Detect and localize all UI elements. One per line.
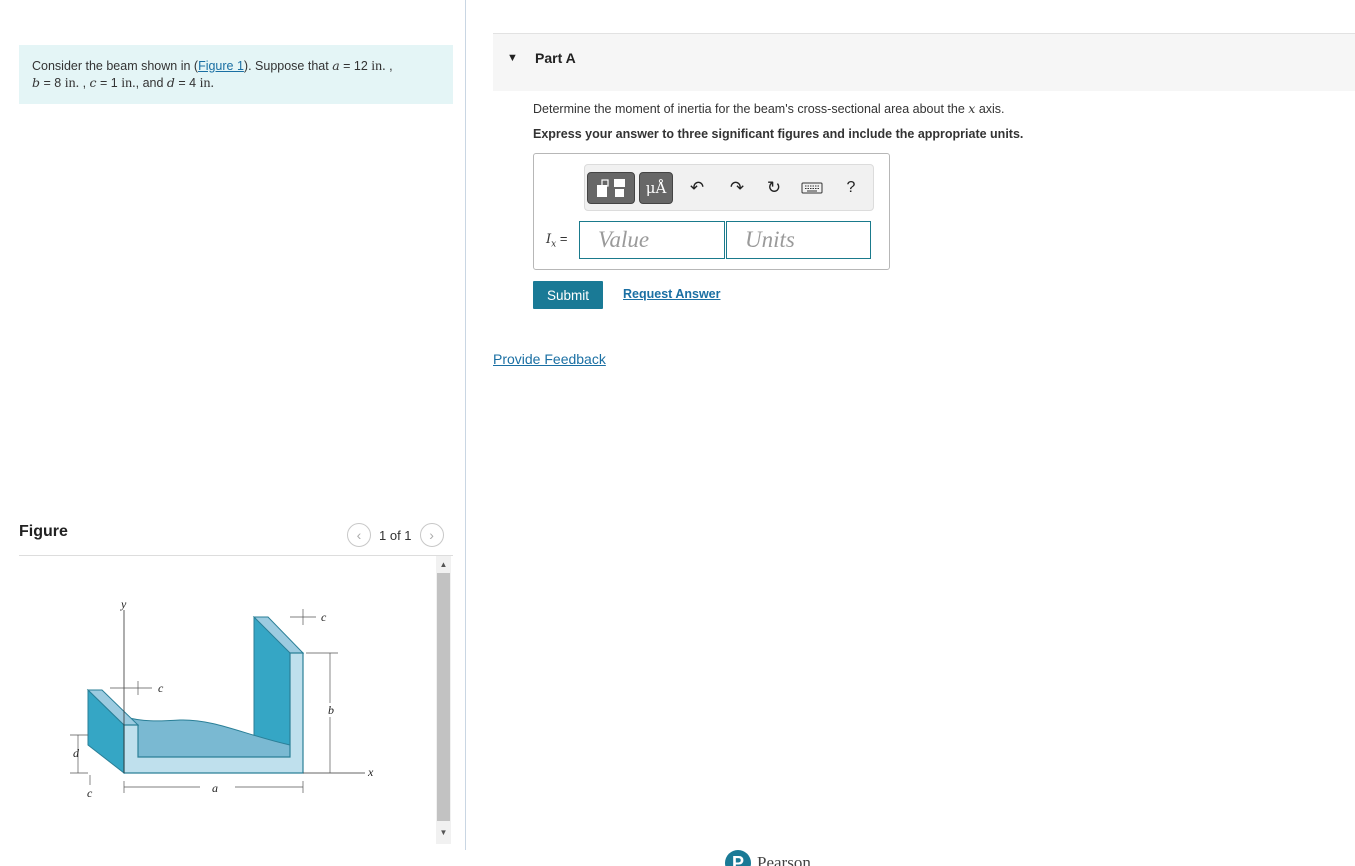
and-text: and — [142, 76, 164, 90]
request-answer-link[interactable]: Request Answer — [623, 287, 720, 301]
value-c: 1 — [110, 76, 118, 90]
var-c: c — [89, 75, 97, 90]
label-x: x — [367, 765, 374, 779]
instruction-text: Express your answer to three significant… — [533, 127, 1024, 141]
keyboard-button[interactable] — [799, 172, 825, 204]
units-input[interactable]: Units — [726, 221, 871, 259]
figure-title: Figure — [19, 523, 68, 540]
label-b: b — [328, 703, 334, 717]
var-b: b — [32, 75, 41, 90]
label-c-bottom: c — [87, 786, 93, 800]
unit-c: in. — [121, 76, 136, 91]
chevron-right-icon: › — [429, 527, 434, 543]
keyboard-icon — [801, 182, 823, 194]
value-d: 4 — [189, 76, 197, 90]
beam-figure: y x a b c c d c — [70, 597, 374, 800]
prev-figure-button[interactable]: ‹ — [347, 523, 371, 547]
pearson-logo-icon: P — [725, 850, 751, 866]
var-d: d — [166, 75, 175, 90]
ix-sub: x — [551, 239, 557, 250]
label-d: d — [73, 746, 80, 760]
math-toolbar: μÅ ↶ ↷ ↻ ? — [584, 164, 874, 211]
problem-text-prefix: Consider the beam shown in ( — [32, 59, 199, 73]
templates-icon — [597, 179, 625, 197]
label-c-top: c — [321, 610, 327, 624]
part-title: Part A — [535, 50, 576, 66]
value-a: 12 — [353, 59, 368, 73]
label-c-mid: c — [158, 681, 164, 695]
scroll-up-icon[interactable]: ▲ — [436, 560, 451, 569]
templates-button[interactable] — [587, 172, 635, 204]
redo-icon[interactable]: ↷ — [725, 172, 749, 204]
undo-icon[interactable]: ↶ — [685, 172, 709, 204]
part-a-header[interactable]: ▼ Part A — [493, 33, 1355, 91]
figure-divider — [19, 555, 453, 556]
provide-feedback-link[interactable]: Provide Feedback — [493, 351, 606, 367]
problem-statement: Consider the beam shown in (Figure 1). S… — [19, 45, 453, 104]
problem-text-suffix: ). Suppose that — [243, 59, 329, 73]
question-text: Determine the moment of inertia for the … — [533, 101, 1005, 116]
label-y: y — [120, 597, 127, 611]
left-panel: Consider the beam shown in (Figure 1). S… — [0, 0, 466, 866]
help-button[interactable]: ? — [839, 172, 863, 204]
unit-d: in. — [199, 76, 214, 91]
ix-eq: = — [559, 231, 568, 246]
scroll-down-icon[interactable]: ▼ — [436, 828, 451, 837]
question-prefix: Determine the moment of inertia for the … — [533, 102, 965, 116]
value-input[interactable]: Value — [579, 221, 725, 259]
question-var: x — [968, 101, 976, 116]
figure-link[interactable]: Figure 1 — [198, 59, 244, 73]
scrollbar-thumb[interactable] — [437, 573, 450, 821]
units-button[interactable]: μÅ — [639, 172, 673, 204]
figure-scrollbar[interactable]: ▲ ▼ — [436, 556, 451, 844]
chevron-left-icon: ‹ — [356, 527, 362, 543]
question-suffix: axis. — [978, 102, 1005, 116]
next-figure-button[interactable]: › — [419, 523, 444, 547]
value-b: 8 — [54, 76, 62, 90]
var-a: a — [332, 58, 340, 73]
unit-b: in. — [64, 76, 80, 91]
figure-navigation: ‹ 1 of 1 › — [347, 523, 444, 547]
label-a: a — [212, 781, 218, 795]
answer-box: μÅ ↶ ↷ ↻ ? Ix = Value Units — [533, 153, 890, 270]
unit-a: in. — [371, 59, 386, 74]
panel-divider — [465, 0, 466, 850]
ix-label: Ix = — [546, 231, 567, 250]
submit-button[interactable]: Submit — [533, 281, 603, 309]
pearson-brand-text: Pearson — [757, 853, 811, 866]
reset-icon[interactable]: ↻ — [762, 172, 786, 204]
pearson-footer: P Pearson — [725, 850, 811, 866]
caret-down-icon[interactable]: ▼ — [507, 52, 518, 64]
figure-count: 1 of 1 — [379, 527, 412, 543]
